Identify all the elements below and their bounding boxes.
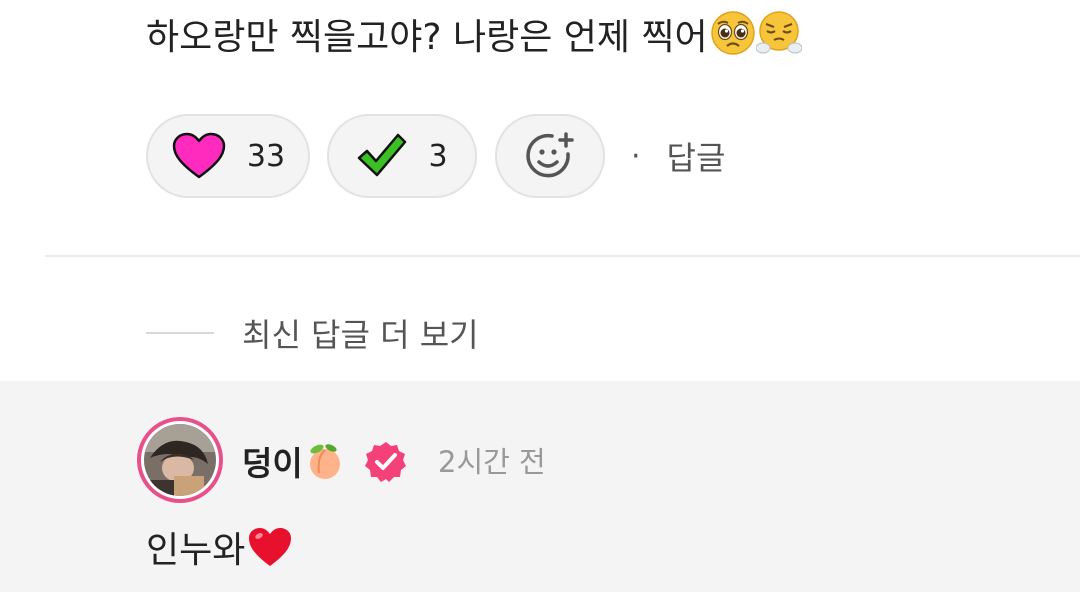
reply-body: 인누와 — [146, 521, 294, 573]
add-emoji-icon — [526, 132, 574, 178]
comment-thread: 하오랑만 찍을고야? 나랑은 언제 찍어 33 3 · 답글 최신 답글 더 보… — [0, 0, 1080, 592]
green-check-icon — [358, 133, 407, 177]
reply-timestamp: 2시간 전 — [438, 445, 546, 479]
username-text: 덩이 — [242, 444, 303, 483]
username[interactable]: 덩이 — [242, 437, 345, 485]
face-with-steam-icon — [755, 11, 803, 54]
reply-link[interactable]: 답글 — [667, 133, 726, 179]
check-reaction-button[interactable]: 3 — [327, 114, 477, 198]
separator-dot: · — [631, 138, 641, 174]
red-heart-icon — [249, 528, 292, 566]
pleading-face-icon — [710, 11, 755, 55]
verified-badge-icon — [365, 442, 406, 482]
avatar-image — [144, 424, 216, 496]
comment-text: 하오랑만 찍을고야? 나랑은 언제 찍어 — [146, 17, 708, 58]
comment-body: 하오랑만 찍을고야? 나랑은 언제 찍어 — [146, 10, 803, 63]
reaction-bar: 33 3 · 답글 — [146, 114, 725, 198]
heart-reaction-count: 33 — [246, 138, 286, 174]
more-replies-line — [146, 332, 214, 334]
pink-heart-icon — [172, 132, 226, 179]
heart-reaction-button[interactable]: 33 — [146, 114, 310, 198]
reply-text: 인누와 — [146, 530, 246, 571]
check-reaction-count: 3 — [428, 138, 448, 174]
reply-item: 덩이 2시간 전 인누와 — [0, 381, 1080, 592]
avatar[interactable] — [137, 417, 223, 503]
divider — [45, 255, 1080, 257]
more-replies-button[interactable]: 최신 답글 더 보기 — [146, 308, 479, 358]
peach-icon — [309, 444, 340, 479]
add-reaction-button[interactable] — [495, 114, 605, 198]
more-replies-label: 최신 답글 더 보기 — [242, 316, 479, 354]
